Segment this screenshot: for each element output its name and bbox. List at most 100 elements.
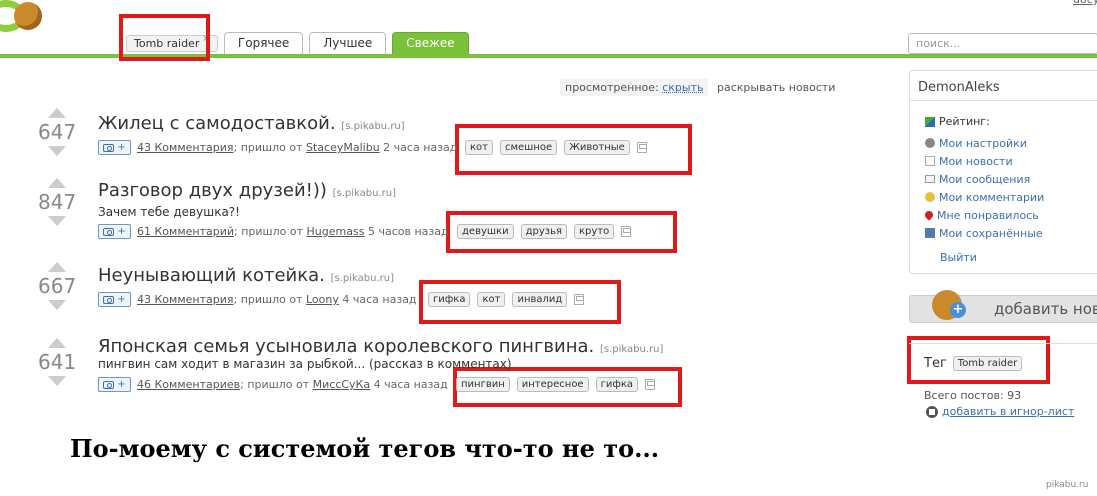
- save-floppy-icon[interactable]: [621, 226, 632, 237]
- tag-chip[interactable]: друзья: [520, 224, 567, 239]
- logout-link[interactable]: Выйти: [940, 251, 977, 264]
- author-link[interactable]: Hugemass: [307, 225, 365, 238]
- comments-link[interactable]: 43 Комментария: [137, 141, 234, 154]
- author-link[interactable]: МиссСуКа: [313, 378, 370, 391]
- vote-widget: 847: [38, 178, 76, 226]
- story-description: Зачем тебе девушка?!: [98, 205, 240, 219]
- hide-viewed-link[interactable]: скрыть: [662, 81, 703, 94]
- story-source: [s.pikabu.ru]: [599, 344, 664, 355]
- add-cupcake-icon[interactable]: [932, 290, 966, 320]
- tag-chip[interactable]: Tomb raider: [952, 356, 1023, 371]
- save-floppy-icon[interactable]: [574, 294, 585, 305]
- tag-chip[interactable]: девушки: [457, 224, 514, 239]
- posted-by-label: ; пришло от: [234, 225, 304, 238]
- story-title[interactable]: Неунывающий котейка. [s.pikabu.ru]: [98, 265, 394, 286]
- upvote-arrow-icon[interactable]: [48, 108, 66, 118]
- sidebar-item-my-news[interactable]: Мои новости: [925, 152, 1044, 170]
- vote-widget: 667: [38, 262, 76, 310]
- story-title[interactable]: Разговор двух друзей!)) [s.pikabu.ru]: [98, 180, 396, 201]
- search-input[interactable]: поиск...: [908, 33, 1097, 54]
- story-score: 641: [38, 350, 77, 374]
- author-link[interactable]: Loony: [306, 293, 339, 306]
- story-tags: девушки друзья круто: [457, 224, 632, 239]
- document-icon: [925, 156, 935, 166]
- sidebar-item-saved[interactable]: Мои сохранённые: [925, 224, 1044, 242]
- story-score: 667: [38, 274, 77, 298]
- tag-chip[interactable]: инвалид: [512, 292, 568, 307]
- expand-news-link[interactable]: раскрывать новости: [717, 81, 835, 94]
- comments-link[interactable]: 43 Комментария: [137, 293, 234, 306]
- story-title-text[interactable]: Неунывающий котейка.: [98, 265, 325, 286]
- story-score: 847: [38, 190, 77, 214]
- tab-fresh[interactable]: Свежее: [392, 32, 469, 54]
- story-tags: пингвин интересное гифка: [456, 377, 656, 392]
- sidebar-item-liked[interactable]: Мне понравилось: [923, 206, 1044, 224]
- story-source: [s.pikabu.ru]: [332, 188, 397, 199]
- posted-by-label: ; пришло от: [240, 378, 310, 391]
- story-title-text[interactable]: Японская семья усыновила королевского пи…: [98, 336, 594, 357]
- sidebar-item-comments[interactable]: Мои комментарии: [925, 188, 1044, 206]
- tag-chip[interactable]: интересное: [516, 377, 589, 392]
- user-links: Мои настройки Мои новости Мои сообщения …: [923, 134, 1044, 242]
- vote-widget: 647: [38, 108, 76, 156]
- camera-icon[interactable]: +: [98, 140, 131, 155]
- downvote-arrow-icon[interactable]: [48, 216, 66, 226]
- viewed-label: просмотренное:: [565, 81, 659, 94]
- camera-icon[interactable]: +: [98, 377, 131, 392]
- rating-row: Рейтинг:: [925, 115, 990, 128]
- tab-hot[interactable]: Горячее: [223, 32, 304, 54]
- save-floppy-icon[interactable]: [636, 142, 647, 153]
- divider: [910, 100, 1097, 101]
- stop-icon: [926, 405, 938, 418]
- tag-chip[interactable]: кот: [477, 292, 506, 307]
- sidebar-item-messages[interactable]: Мои сообщения: [925, 170, 1044, 188]
- tag-chip[interactable]: пингвин: [456, 377, 510, 392]
- downvote-arrow-icon[interactable]: [48, 300, 66, 310]
- tag-chip[interactable]: круто: [573, 224, 615, 239]
- tag-chip[interactable]: Животные: [564, 140, 630, 155]
- story-meta: + 46 Комментариев; пришло от МиссСуКа 4 …: [98, 377, 448, 392]
- save-floppy-icon[interactable]: [645, 379, 656, 390]
- top-right-link[interactable]: docy: [1073, 0, 1097, 6]
- speech-bubble-icon: [925, 192, 935, 202]
- total-posts: Всего постов: 93: [924, 389, 1022, 402]
- tag-chip[interactable]: гифка: [595, 377, 639, 392]
- add-to-ignore-link[interactable]: добавить в игнор-лист: [942, 405, 1074, 418]
- tag-chip[interactable]: кот: [465, 140, 493, 155]
- tag-info: Тег Tomb raider: [924, 356, 1023, 371]
- watermark: pikabu.ru: [1046, 480, 1089, 490]
- sidebar-item-settings[interactable]: Мои настройки: [925, 134, 1044, 152]
- camera-icon[interactable]: +: [98, 224, 131, 239]
- posted-by-label: ; пришло от: [233, 293, 303, 306]
- floppy-icon: [925, 228, 935, 238]
- upvote-arrow-icon[interactable]: [48, 178, 66, 188]
- story-description: пингвин сам ходит в магазин за рыбкой...…: [98, 357, 512, 371]
- upvote-arrow-icon[interactable]: [48, 262, 66, 272]
- story-title-text[interactable]: Жилец с самодоставкой.: [98, 113, 336, 134]
- story-time: 4 часа назад: [342, 293, 417, 306]
- comments-link[interactable]: 61 Комментарий: [137, 225, 234, 238]
- story-title[interactable]: Японская семья усыновила королевского пи…: [98, 336, 663, 357]
- comments-link[interactable]: 46 Комментариев: [137, 378, 240, 391]
- upvote-arrow-icon[interactable]: [48, 338, 66, 348]
- posted-by-label: ; пришло от: [233, 141, 303, 154]
- tab-best[interactable]: Лучшее: [309, 32, 387, 54]
- logo-cupcake-icon: [14, 2, 42, 30]
- story-title-text[interactable]: Разговор двух друзей!)): [98, 180, 327, 201]
- site-logo[interactable]: [0, 0, 52, 36]
- downvote-arrow-icon[interactable]: [48, 146, 66, 156]
- story-time: 5 часов назад: [367, 225, 449, 238]
- tag-chip[interactable]: гифка: [428, 292, 471, 307]
- story-tags: гифка кот инвалид: [428, 292, 585, 307]
- downvote-arrow-icon[interactable]: [48, 376, 66, 386]
- story-tags: кот смешное Животные: [465, 140, 647, 155]
- author-link[interactable]: StaceyMalibu: [306, 141, 380, 154]
- story-meta: + 43 Комментария; пришло от Loony 4 часа…: [98, 292, 417, 307]
- image-caption: По-моему с системой тегов что-то не то..…: [70, 434, 660, 463]
- camera-icon[interactable]: +: [98, 292, 131, 307]
- tag-chip[interactable]: смешное: [499, 140, 558, 155]
- username[interactable]: DemonAleks: [918, 80, 1000, 95]
- vote-widget: 641: [38, 338, 76, 386]
- story-title[interactable]: Жилец с самодоставкой. [s.pikabu.ru]: [98, 113, 405, 134]
- gear-icon: [925, 138, 935, 148]
